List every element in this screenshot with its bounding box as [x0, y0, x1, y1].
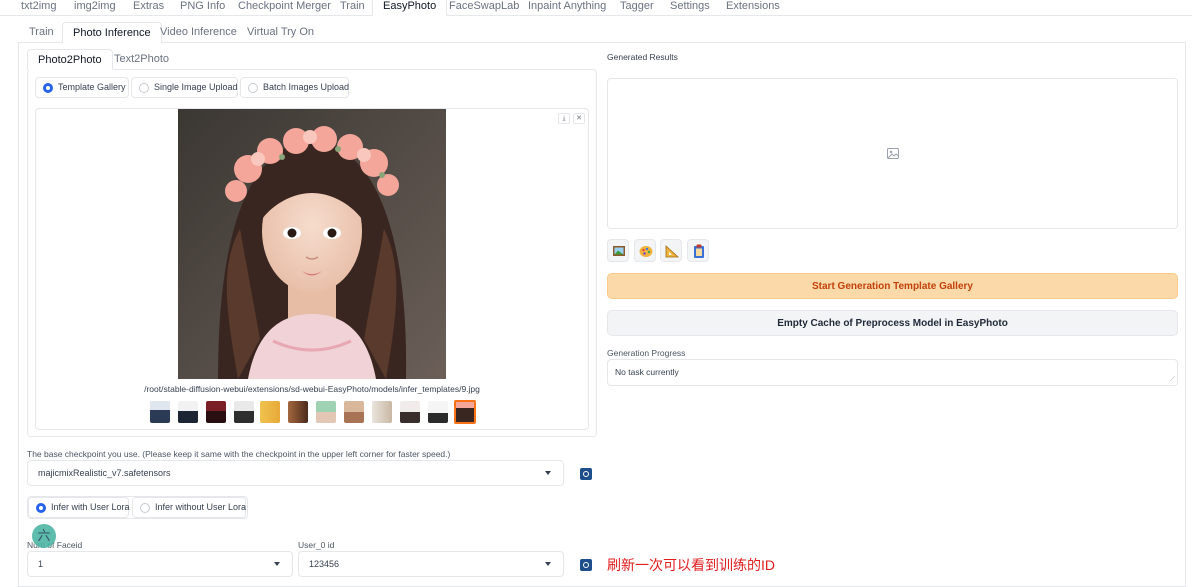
- radio-label: Batch Images Upload: [263, 82, 350, 92]
- template-thumbnail[interactable]: [234, 401, 254, 423]
- gallery-caption: /root/stable-diffusion-webui/extensions/…: [144, 384, 480, 394]
- download-icon[interactable]: ⤓: [558, 113, 570, 124]
- empty-cache-button[interactable]: Empty Cache of Preprocess Model in EasyP…: [607, 310, 1178, 336]
- template-thumbnail[interactable]: [372, 401, 392, 423]
- resize-handle-icon[interactable]: ⟋: [1170, 376, 1175, 384]
- radio-dot: [36, 503, 46, 513]
- picture-icon[interactable]: [607, 239, 629, 262]
- tab-inpaint-anything[interactable]: Inpaint Anything: [518, 0, 616, 16]
- tab-png-info[interactable]: PNG Info: [170, 0, 235, 16]
- template-thumbnail[interactable]: [400, 401, 420, 423]
- chevron-down-icon: [545, 562, 551, 566]
- radio-label: Single Image Upload: [154, 82, 238, 92]
- tab-settings[interactable]: Settings: [660, 0, 720, 16]
- template-thumbnail[interactable]: [316, 401, 336, 423]
- refresh-checkpoint-icon[interactable]: [580, 468, 592, 480]
- clipboard-icon[interactable]: [687, 239, 709, 262]
- user-id-dropdown[interactable]: 123456: [298, 551, 564, 577]
- generation-progress-box: No task currently ⟋: [607, 359, 1178, 386]
- template-thumbnail-selected[interactable]: [454, 400, 476, 424]
- chevron-down-icon: [545, 471, 551, 475]
- user-id-value: 123456: [309, 559, 340, 569]
- tab-train[interactable]: Train: [330, 0, 375, 16]
- refresh-user-id-icon[interactable]: [580, 559, 592, 571]
- generated-results-gallery: [607, 78, 1178, 229]
- template-thumbnail[interactable]: [260, 401, 280, 423]
- tab-virtual-try-on[interactable]: Virtual Try On: [237, 22, 324, 43]
- radio-dot: [140, 503, 150, 513]
- template-thumbnail[interactable]: [428, 401, 448, 423]
- tab-checkpoint-merger[interactable]: Checkpoint Merger: [228, 0, 341, 16]
- image-icon: [887, 148, 899, 159]
- close-icon[interactable]: ✕: [573, 113, 585, 124]
- template-thumbnail[interactable]: [344, 401, 364, 423]
- tab-easyphoto-train[interactable]: Train: [19, 22, 64, 43]
- user-id-label: User_0 id: [298, 540, 335, 550]
- tab-extensions[interactable]: Extensions: [716, 0, 790, 16]
- chevron-down-icon: [274, 562, 280, 566]
- floating-avatar[interactable]: 六: [32, 524, 56, 548]
- tab-easyphoto[interactable]: EasyPhoto: [372, 0, 448, 16]
- tab-img2img[interactable]: img2img: [64, 0, 126, 16]
- tab-txt2img[interactable]: txt2img: [11, 0, 66, 16]
- template-thumbnail[interactable]: [206, 401, 226, 423]
- radio-label: Infer with User Lora: [51, 502, 130, 512]
- radio-single-image-upload[interactable]: Single Image Upload: [131, 77, 238, 98]
- tab-photo-inference[interactable]: Photo Inference: [62, 22, 162, 43]
- checkpoint-value: majicmixRealistic_v7.safetensors: [38, 468, 171, 478]
- checkpoint-dropdown[interactable]: majicmixRealistic_v7.safetensors: [27, 460, 564, 486]
- generation-progress-value: No task currently: [615, 367, 679, 377]
- refresh-annotation: 刷新一次可以看到训练的ID: [607, 557, 775, 573]
- tab-video-inference[interactable]: Video Inference: [150, 22, 247, 43]
- radio-infer-without-user-lora[interactable]: Infer without User Lora: [132, 497, 246, 518]
- template-thumbnail[interactable]: [288, 401, 308, 423]
- palette-icon[interactable]: [634, 239, 656, 262]
- radio-label: Infer without User Lora: [155, 502, 247, 512]
- num-faceid-dropdown[interactable]: 1: [27, 551, 293, 577]
- template-thumbnail[interactable]: [178, 401, 198, 423]
- checkpoint-label: The base checkpoint you use. (Please kee…: [27, 449, 451, 459]
- template-preview-image: [178, 109, 446, 379]
- tab-extras[interactable]: Extras: [123, 0, 174, 16]
- radio-dot: [43, 83, 53, 93]
- radio-infer-with-user-lora[interactable]: Infer with User Lora: [28, 497, 130, 518]
- radio-template-gallery[interactable]: Template Gallery: [35, 77, 129, 98]
- ruler-icon[interactable]: [660, 239, 682, 262]
- radio-dot: [248, 83, 258, 93]
- start-generation-button[interactable]: Start Generation Template Gallery: [607, 273, 1178, 299]
- generated-results-label: Generated Results: [607, 52, 678, 62]
- radio-label: Template Gallery: [58, 82, 126, 92]
- radio-batch-images-upload[interactable]: Batch Images Upload: [240, 77, 349, 98]
- template-thumbnail[interactable]: [150, 401, 170, 423]
- tab-faceswaplab[interactable]: FaceSwapLab: [439, 0, 529, 16]
- tab-text2photo[interactable]: Text2Photo: [104, 49, 179, 70]
- radio-dot: [139, 83, 149, 93]
- tab-tagger[interactable]: Tagger: [610, 0, 664, 16]
- tab-photo2photo[interactable]: Photo2Photo: [27, 49, 113, 70]
- generation-progress-label: Generation Progress: [607, 348, 686, 358]
- top-tab-bar: txt2img img2img Extras PNG Info Checkpoi…: [0, 0, 1192, 16]
- num-faceid-value: 1: [38, 559, 44, 569]
